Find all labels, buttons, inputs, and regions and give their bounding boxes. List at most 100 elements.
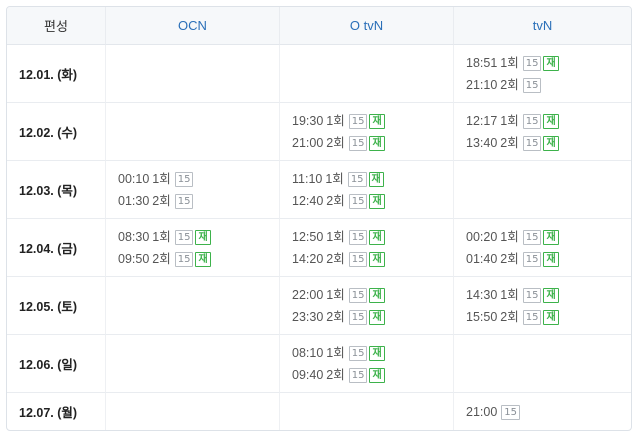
airing-slot: 21:00 2회 15 재 (292, 132, 453, 154)
airing-slot: 21:00 15 (466, 401, 631, 423)
rerun-badge: 재 (369, 367, 385, 383)
airing-slot: 18:51 1회 15 재 (466, 52, 631, 74)
rerun-badge: 재 (543, 251, 559, 267)
age-rating-badge: 15 (348, 309, 368, 325)
airing-slot: 09:40 2회 15 재 (292, 364, 453, 386)
schedule-cell-otvn (280, 393, 454, 430)
header-channel-ocn: OCN (106, 7, 280, 45)
schedule-cell-otvn: 11:10 1회 15 재 12:40 2회 15 재 (280, 161, 454, 219)
schedule-cell-ocn (106, 103, 280, 161)
table-row: 12.07. (월) 21:00 15 (7, 393, 631, 430)
table-header-row: 편성 OCN O tvN tvN (7, 7, 631, 45)
schedule-cell-tvn: 21:00 15 (454, 393, 631, 430)
schedule-cell-otvn: 12:50 1회 15 재 14:20 2회 15 재 (280, 219, 454, 277)
table-row: 12.05. (토) 22:00 1회 15 재 23:30 2회 15 재 14:30 1회 15 재… (7, 277, 631, 335)
airing-slot: 23:30 2회 15 재 (292, 306, 453, 328)
schedule-cell-otvn: 19:30 1회 15 재 21:00 2회 15 재 (280, 103, 454, 161)
age-rating-badge: 15 (348, 367, 368, 383)
age-rating-badge: 15 (348, 287, 368, 303)
age-rating-badge: 15 (522, 135, 542, 151)
row-date: 12.06. (일) (7, 335, 106, 393)
airing-slot: 12:50 1회 15 재 (292, 226, 453, 248)
airing-time: 23:30 (292, 309, 324, 324)
airing-slot: 19:30 1회 15 재 (292, 110, 453, 132)
schedule-cell-tvn (454, 161, 631, 219)
airing-time: 21:00 (292, 135, 324, 150)
airing-slot: 09:50 2회 15 재 (118, 248, 279, 270)
airing-slot: 01:40 2회 15 재 (466, 248, 631, 270)
rerun-badge: 재 (369, 309, 385, 325)
episode-number: 1회 (500, 287, 519, 302)
header-channel-otvn: O tvN (280, 7, 454, 45)
airing-time: 22:00 (292, 287, 324, 302)
table-row: 12.06. (일) 08:10 1회 15 재 09:40 2회 15 재 (7, 335, 631, 393)
age-rating-badge: 15 (348, 229, 368, 245)
rerun-badge: 재 (369, 251, 385, 267)
airing-slot: 14:20 2회 15 재 (292, 248, 453, 270)
rerun-badge: 재 (543, 135, 559, 151)
age-rating-badge: 15 (522, 55, 542, 71)
airing-time: 15:50 (466, 309, 498, 324)
airing-slot: 08:30 1회 15 재 (118, 226, 279, 248)
rerun-badge: 재 (369, 113, 385, 129)
row-date: 12.03. (목) (7, 161, 106, 219)
airing-time: 14:20 (292, 251, 324, 266)
broadcast-schedule-table: 편성 OCN O tvN tvN 12.01. (화) 18:51 1회 15 재 21:… (6, 6, 632, 431)
episode-number: 1회 (500, 113, 519, 128)
airing-time: 11:10 (292, 171, 323, 186)
schedule-body: 12.01. (화) 18:51 1회 15 재 21:10 2회 15 12.02. (수) 1… (7, 45, 631, 430)
age-rating-badge: 15 (348, 113, 368, 129)
table-row: 12.04. (금) 08:30 1회 15 재 09:50 2회 15 재 12:50 1회 15 재… (7, 219, 631, 277)
airing-time: 19:30 (292, 113, 324, 128)
airing-slot: 08:10 1회 15 재 (292, 342, 453, 364)
airing-slot: 00:20 1회 15 재 (466, 226, 631, 248)
episode-number: 1회 (325, 171, 344, 186)
episode-number: 1회 (152, 229, 171, 244)
airing-time: 00:10 (118, 171, 150, 186)
rerun-badge: 재 (195, 229, 211, 245)
age-rating-badge: 15 (174, 171, 194, 187)
airing-time: 08:30 (118, 229, 150, 244)
age-rating-badge: 15 (501, 404, 521, 420)
rerun-badge: 재 (369, 229, 385, 245)
schedule-cell-ocn (106, 335, 280, 393)
airing-time: 09:50 (118, 251, 150, 266)
airing-slot: 14:30 1회 15 재 (466, 284, 631, 306)
airing-time: 21:10 (466, 77, 498, 92)
age-rating-badge: 15 (174, 229, 194, 245)
airing-time: 01:30 (118, 193, 150, 208)
episode-number: 1회 (152, 171, 171, 186)
airing-slot: 01:30 2회 15 (118, 190, 279, 212)
row-date: 12.07. (월) (7, 393, 106, 430)
rerun-badge: 재 (543, 309, 559, 325)
episode-number: 2회 (152, 193, 171, 208)
schedule-cell-tvn: 12:17 1회 15 재 13:40 2회 15 재 (454, 103, 631, 161)
episode-number: 2회 (152, 251, 171, 266)
airing-time: 13:40 (466, 135, 498, 150)
age-rating-badge: 15 (347, 171, 367, 187)
airing-slot: 13:40 2회 15 재 (466, 132, 631, 154)
episode-number: 2회 (500, 309, 519, 324)
airing-slot: 12:40 2회 15 재 (292, 190, 453, 212)
airing-time: 14:30 (466, 287, 498, 302)
airing-time: 18:51 (466, 55, 498, 70)
age-rating-badge: 15 (348, 193, 368, 209)
age-rating-badge: 15 (522, 113, 542, 129)
table-row: 12.01. (화) 18:51 1회 15 재 21:10 2회 15 (7, 45, 631, 103)
airing-time: 09:40 (292, 367, 324, 382)
row-date: 12.04. (금) (7, 219, 106, 277)
age-rating-badge: 15 (348, 345, 368, 361)
schedule-cell-ocn: 08:30 1회 15 재 09:50 2회 15 재 (106, 219, 280, 277)
rerun-badge: 재 (369, 193, 385, 209)
age-rating-badge: 15 (522, 251, 542, 267)
airing-time: 21:00 (466, 404, 498, 419)
episode-number: 1회 (326, 113, 345, 128)
episode-number: 2회 (500, 77, 519, 92)
rerun-badge: 재 (369, 345, 385, 361)
episode-number: 2회 (326, 251, 345, 266)
episode-number: 2회 (500, 135, 519, 150)
rerun-badge: 재 (369, 135, 385, 151)
schedule-cell-ocn (106, 393, 280, 430)
airing-slot: 22:00 1회 15 재 (292, 284, 453, 306)
age-rating-badge: 15 (348, 135, 368, 151)
